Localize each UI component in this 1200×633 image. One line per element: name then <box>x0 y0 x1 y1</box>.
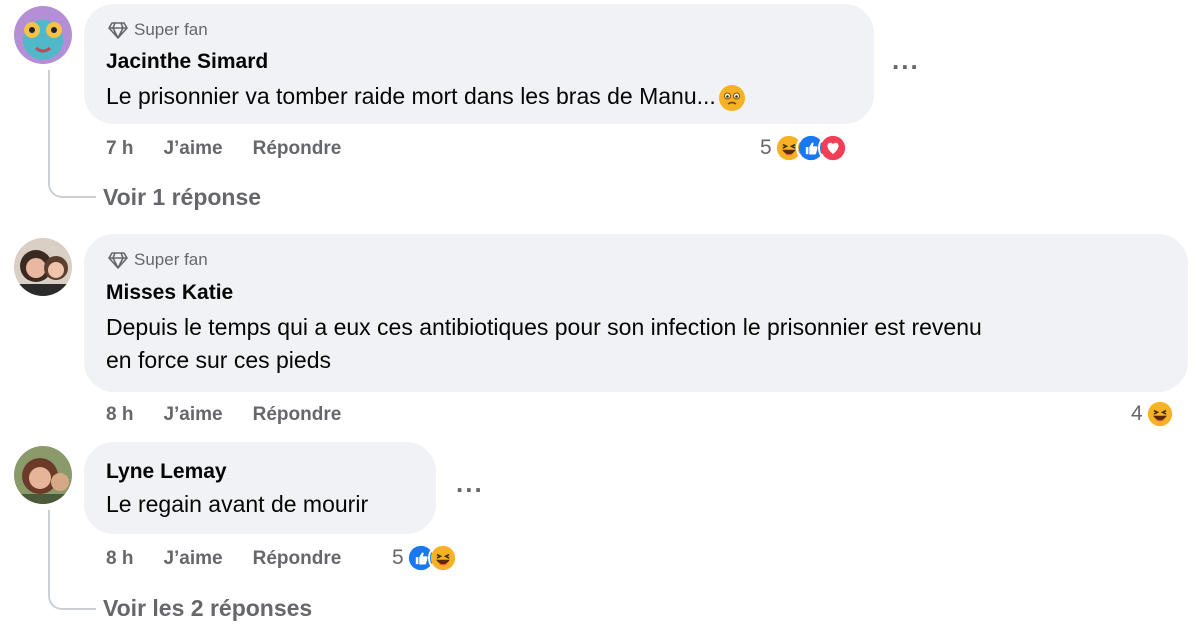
diamond-icon <box>108 22 128 39</box>
timestamp[interactable]: 7 h <box>106 138 133 160</box>
reply-button[interactable]: Répondre <box>253 548 342 570</box>
avatar[interactable] <box>14 238 72 296</box>
reaction-count: 5 <box>760 136 772 159</box>
comment-text-line: Depuis le temps qui a eux ces antibiotiq… <box>106 314 982 340</box>
thread-connector <box>48 582 96 610</box>
comment-actions: 8 h J’aime Répondre <box>106 404 371 426</box>
like-button[interactable]: J’aime <box>163 548 222 570</box>
comment-bubble: Super fan Misses Katie Depuis le temps q… <box>84 234 1188 392</box>
avatar[interactable] <box>14 446 72 504</box>
comment-bubble: Super fan Jacinthe Simard Le prisonnier … <box>84 4 874 124</box>
author-name[interactable]: Misses Katie <box>106 281 233 305</box>
reactions-summary[interactable]: 5 <box>760 133 848 163</box>
more-options-button[interactable]: ... <box>892 45 920 76</box>
more-options-button[interactable]: ... <box>456 468 484 499</box>
comment-text: Depuis le temps qui a eux ces antibiotiq… <box>106 311 982 377</box>
comment-actions: 7 h J’aime Répondre <box>106 138 371 160</box>
reply-button[interactable]: Répondre <box>253 138 342 160</box>
like-button[interactable]: J’aime <box>163 404 222 426</box>
timestamp[interactable]: 8 h <box>106 404 133 426</box>
thread-line <box>48 510 50 590</box>
reaction-count: 5 <box>392 546 404 569</box>
thread-connector <box>48 170 96 198</box>
reactions-summary[interactable]: 5 <box>392 543 458 573</box>
haha-reaction-icon <box>427 543 458 573</box>
comment-text: Le regain avant de mourir <box>106 491 369 517</box>
comment-text-content: Le prisonnier va tomber raide mort dans … <box>106 83 716 109</box>
comment-bubble: Lyne Lemay Le regain avant de mourir <box>84 442 436 534</box>
thread-line <box>48 70 50 182</box>
super-fan-badge[interactable]: Super fan <box>108 250 208 270</box>
haha-reaction-icon <box>1144 399 1175 429</box>
love-reaction-icon <box>817 133 848 163</box>
badge-label: Super fan <box>134 250 208 269</box>
author-name[interactable]: Lyne Lemay <box>106 460 227 484</box>
reaction-count: 4 <box>1131 402 1143 425</box>
like-button[interactable]: J’aime <box>163 138 222 160</box>
author-name[interactable]: Jacinthe Simard <box>106 50 268 74</box>
see-replies-link[interactable]: Voir 1 réponse <box>103 184 261 211</box>
timestamp[interactable]: 8 h <box>106 548 133 570</box>
comment-text-line: en force sur ces pieds <box>106 347 332 373</box>
cold-sweat-emoji-icon <box>718 84 746 112</box>
badge-label: Super fan <box>134 20 208 39</box>
avatar[interactable] <box>14 6 72 64</box>
diamond-icon <box>108 252 128 269</box>
comment-text: Le prisonnier va tomber raide mort dans … <box>106 80 746 113</box>
reply-button[interactable]: Répondre <box>253 404 342 426</box>
super-fan-badge[interactable]: Super fan <box>108 20 208 40</box>
reactions-summary[interactable]: 4 <box>1131 399 1175 429</box>
see-replies-link[interactable]: Voir les 2 réponses <box>103 595 312 622</box>
comment-actions: 8 h J’aime Répondre <box>106 548 371 570</box>
